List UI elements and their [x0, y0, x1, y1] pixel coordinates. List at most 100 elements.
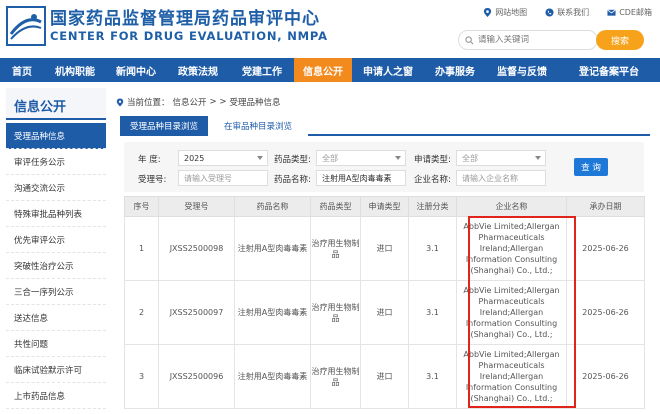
col-header-no[interactable]: 序号 — [124, 196, 159, 217]
cell-accept-no[interactable]: JXSS2500098 — [158, 216, 235, 281]
chevron-down-icon — [535, 156, 541, 160]
drug-type-value: 全部 — [322, 153, 338, 163]
accept-no-input[interactable]: 请输入受理号 — [178, 170, 268, 186]
drug-name-value: 注射用A型肉毒毒素 — [322, 173, 392, 183]
nav-item-home[interactable]: 首页 — [0, 58, 44, 82]
site-title-cn: 国家药品监督管理局药品审评中心 — [50, 9, 320, 29]
cell-drug-name: 注射用A型肉毒毒素 — [234, 344, 311, 409]
chevron-down-icon — [257, 156, 263, 160]
cell-apply-type: 进口 — [360, 216, 409, 281]
location-icon — [484, 8, 492, 17]
location-pin-icon — [116, 98, 124, 106]
sidebar-item-special-approval[interactable]: 特殊审批品种列表 — [6, 201, 106, 227]
cell-apply-type: 进口 — [360, 280, 409, 345]
tab-under-review-catalog[interactable]: 在审品种目录浏览 — [208, 116, 308, 136]
cde-mail-link[interactable]: CDE邮箱 — [607, 7, 652, 18]
cell-apply-type: 进口 — [360, 344, 409, 409]
cell-drug-name: 注射用A型肉毒毒素 — [234, 216, 311, 281]
accept-no-placeholder: 请输入受理号 — [184, 173, 232, 183]
filter-panel: 年 度: 2025 药品类型: 全部 申请类型: 全部 受理号: 请输入受理号 … — [124, 142, 644, 192]
sitemap-label: 网站地图 — [495, 8, 528, 17]
col-header-drug-name[interactable]: 药品名称 — [234, 196, 311, 217]
catalog-tabs: 受理品种目录浏览 在审品种目录浏览 — [120, 116, 650, 136]
cell-date: 2025-06-26 — [566, 280, 645, 345]
contact-label: 联系我们 — [557, 8, 590, 17]
year-label: 年 度: — [138, 155, 161, 165]
nav-item-services[interactable]: 办事服务 — [424, 58, 486, 82]
nav-item-info-public[interactable]: 信息公开 — [294, 58, 352, 82]
site-search-input[interactable] — [478, 35, 588, 45]
site-title-en: CENTER FOR DRUG EVALUATION, NMPA — [50, 29, 328, 43]
apply-type-select[interactable]: 全部 — [456, 150, 546, 166]
company-input[interactable]: 请输入企业名称 — [456, 170, 546, 186]
site-search-box — [458, 30, 598, 50]
table-header-row: 序号 受理号 药品名称 药品类型 申请类型 注册分类 企业名称 承办日期 — [124, 196, 645, 217]
cell-drug-name: 注射用A型肉毒毒素 — [234, 280, 311, 345]
sidebar-item-three-in-one[interactable]: 三合一序列公示 — [6, 279, 106, 305]
col-header-company[interactable]: 企业名称 — [456, 196, 567, 217]
cell-drug-type: 治疗用生物制品 — [310, 216, 361, 281]
cell-no: 3 — [124, 344, 159, 409]
chevron-down-icon — [395, 156, 401, 160]
cde-logo-icon[interactable] — [6, 6, 46, 46]
cell-accept-no[interactable]: JXSS2500096 — [158, 344, 235, 409]
breadcrumb-sep: > > — [209, 97, 227, 107]
breadcrumb-level2: 受理品种信息 — [229, 98, 281, 108]
breadcrumb-level1[interactable]: 信息公开 — [173, 96, 207, 108]
sidebar-item-priority-review[interactable]: 优先审评公示 — [6, 227, 106, 253]
company-placeholder: 请输入企业名称 — [462, 173, 518, 183]
company-label: 企业名称: — [414, 175, 451, 185]
drug-name-input[interactable]: 注射用A型肉毒毒素 — [316, 170, 406, 186]
breadcrumb-prefix: 当前位置： — [127, 98, 170, 108]
main-nav: 首页 机构职能 新闻中心 政策法规 党建工作 信息公开 申请人之窗 办事服务 监… — [0, 58, 660, 82]
year-value: 2025 — [184, 153, 205, 163]
contact-link[interactable]: 联系我们 — [545, 7, 589, 18]
cell-drug-type: 治疗用生物制品 — [310, 280, 361, 345]
tab-accepted-catalog[interactable]: 受理品种目录浏览 — [120, 116, 208, 136]
sitemap-link[interactable]: 网站地图 — [483, 7, 527, 18]
breadcrumb: 当前位置： 信息公开 > > 受理品种信息 — [116, 96, 281, 108]
nav-item-registration[interactable]: 登记备案平台 — [558, 58, 660, 82]
sidebar-item-common-issues[interactable]: 共性问题 — [6, 331, 106, 357]
col-header-reg-class[interactable]: 注册分类 — [408, 196, 457, 217]
site-header: 国家药品监督管理局药品审评中心 CENTER FOR DRUG EVALUATI… — [0, 0, 660, 56]
search-icon — [465, 35, 474, 44]
cell-accept-no[interactable]: JXSS2500097 — [158, 280, 235, 345]
sidebar-item-communication[interactable]: 沟通交流公示 — [6, 175, 106, 201]
year-select[interactable]: 2025 — [178, 150, 268, 166]
nav-item-feedback[interactable]: 监督与反馈 — [486, 58, 558, 82]
nav-item-party[interactable]: 党建工作 — [230, 58, 294, 82]
nav-item-applicant[interactable]: 申请人之窗 — [352, 58, 424, 82]
mail-icon — [607, 9, 617, 16]
site-search-button[interactable]: 搜索 — [596, 30, 644, 50]
cell-drug-type: 治疗用生物制品 — [310, 344, 361, 409]
sidebar-item-clinical-trial[interactable]: 临床试验默示许可 — [6, 357, 106, 383]
col-header-date[interactable]: 承办日期 — [566, 196, 645, 217]
nav-item-policy[interactable]: 政策法规 — [166, 58, 230, 82]
sidebar-item-breakthrough[interactable]: 突破性治疗公示 — [6, 253, 106, 279]
cde-mail-label: CDE邮箱 — [619, 8, 652, 17]
sidebar-item-marketed-drugs[interactable]: 上市药品信息 — [6, 383, 106, 409]
cell-date: 2025-06-26 — [566, 344, 645, 409]
col-header-accept-no[interactable]: 受理号 — [158, 196, 235, 217]
sidebar: 信息公开 受理品种信息 审评任务公示 沟通交流公示 特殊审批品种列表 优先审评公… — [0, 88, 106, 414]
nav-item-functions[interactable]: 机构职能 — [44, 58, 106, 82]
drug-type-select[interactable]: 全部 — [316, 150, 406, 166]
cell-date: 2025-06-26 — [566, 216, 645, 281]
col-header-drug-type[interactable]: 药品类型 — [310, 196, 361, 217]
apply-type-label: 申请类型: — [414, 155, 451, 165]
top-links: 网站地图 联系我们 CDE邮箱 — [483, 7, 652, 18]
sidebar-item-delivery[interactable]: 送达信息 — [6, 305, 106, 331]
sidebar-list: 受理品种信息 审评任务公示 沟通交流公示 特殊审批品种列表 优先审评公示 突破性… — [6, 123, 106, 409]
nav-item-news[interactable]: 新闻中心 — [106, 58, 166, 82]
sidebar-item-review-tasks[interactable]: 审评任务公示 — [6, 149, 106, 175]
phone-icon — [545, 8, 554, 17]
query-button[interactable]: 查 询 — [574, 158, 608, 176]
sidebar-title: 信息公开 — [6, 88, 106, 120]
cell-reg-class: 3.1 — [408, 344, 457, 409]
col-header-apply-type[interactable]: 申请类型 — [360, 196, 409, 217]
cell-reg-class: 3.1 — [408, 280, 457, 345]
sidebar-item-accepted[interactable]: 受理品种信息 — [6, 123, 106, 149]
cell-no: 1 — [124, 216, 159, 281]
drug-type-label: 药品类型: — [274, 155, 311, 165]
